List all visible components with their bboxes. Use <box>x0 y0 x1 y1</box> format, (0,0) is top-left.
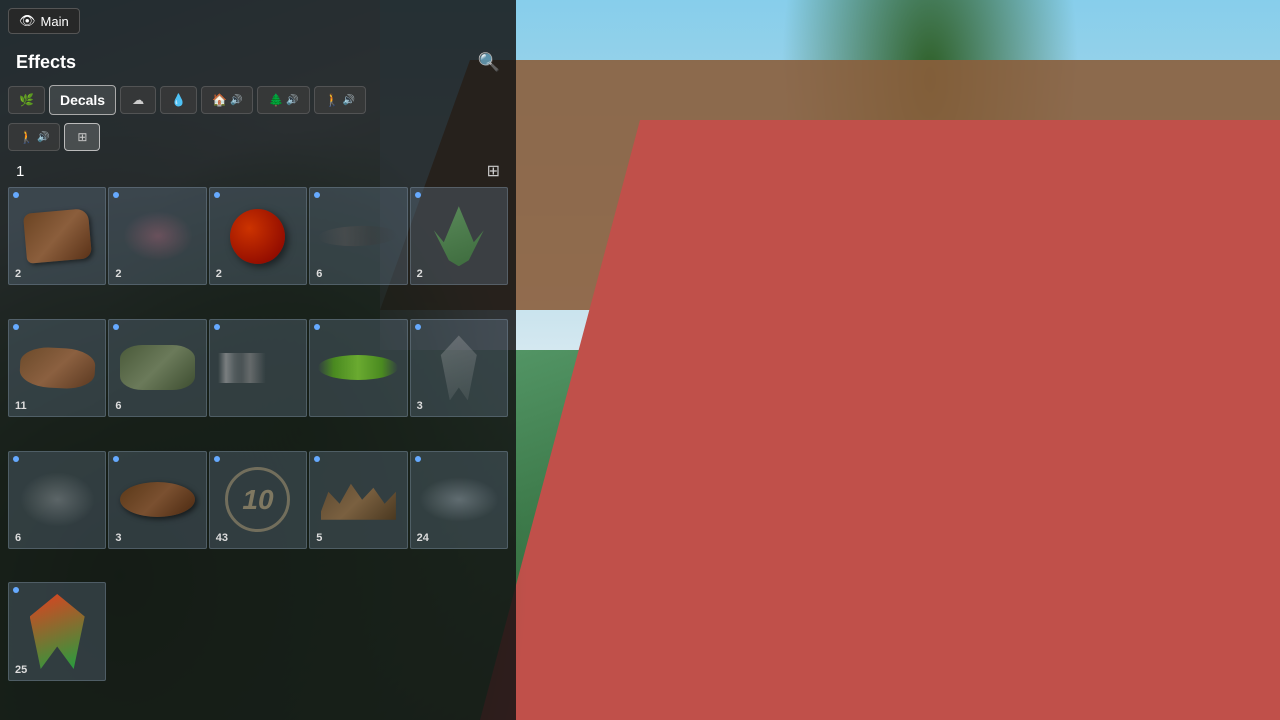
toolbar-row-2: 🚶🔊 ⊞ <box>0 119 516 155</box>
item-image-8 <box>218 353 298 383</box>
item-image-1 <box>23 208 92 263</box>
item-dot-5 <box>415 192 421 198</box>
sound-badge-person: 🔊 <box>343 95 355 106</box>
item-count-6: 11 <box>15 400 27 412</box>
item-image-16 <box>30 594 85 669</box>
grid-item-6[interactable]: 11 <box>8 319 106 417</box>
grid-item-16[interactable]: 25 <box>8 582 106 680</box>
grid-item-8[interactable] <box>209 319 307 417</box>
item-image-9 <box>318 355 398 380</box>
grid-item-7[interactable]: 6 <box>108 319 206 417</box>
item-image-4 <box>318 225 399 248</box>
grid-controls: 1 ⊞ <box>0 155 516 187</box>
item-image-5 <box>434 206 484 266</box>
item-count-14: 5 <box>316 532 322 544</box>
grid-view-icon: ⊞ <box>487 163 500 180</box>
toolbar-decal-grid[interactable]: ⊞ <box>64 123 100 151</box>
item-dot-13 <box>214 456 220 462</box>
toolbar-flower[interactable]: 🌿 <box>8 86 45 114</box>
effects-panel: Effects 🔍 🌿 Decals ☁ 💧 🏠🔊 🌲🔊 🚶🔊 <box>0 0 516 720</box>
decals-label: Decals <box>60 92 105 108</box>
item-image-7 <box>120 345 195 390</box>
item-image-3 <box>230 209 285 264</box>
item-dot-4 <box>314 192 320 198</box>
grid-item-15[interactable]: 24 <box>410 451 508 549</box>
toolbar-drop[interactable]: 💧 <box>160 86 197 114</box>
grid-item-10[interactable]: 3 <box>410 319 508 417</box>
item-dot-11 <box>13 456 19 462</box>
item-count-13: 43 <box>216 532 228 544</box>
cloud-icon: ☁ <box>132 93 144 107</box>
item-count-10: 3 <box>417 400 423 412</box>
toolbar-person-sound[interactable]: 🚶🔊 <box>314 86 366 114</box>
toolbar-row-1: 🌿 Decals ☁ 💧 🏠🔊 🌲🔊 🚶🔊 <box>0 81 516 119</box>
item-count-3: 2 <box>216 268 222 280</box>
item-dot-1 <box>13 192 19 198</box>
item-dot-8 <box>214 324 220 330</box>
items-grid: 2 2 2 6 2 11 <box>0 187 516 720</box>
grid-item-1[interactable]: 2 <box>8 187 106 285</box>
tree-icon: 🌲 <box>268 93 283 107</box>
grid-item-11[interactable]: 6 <box>8 451 106 549</box>
item-image-10 <box>436 335 481 400</box>
grid-item-4[interactable]: 6 <box>309 187 407 285</box>
item-dot-9 <box>314 324 320 330</box>
item-count-11: 6 <box>15 532 21 544</box>
item-count-4: 6 <box>316 268 322 280</box>
item-count-7: 6 <box>115 400 121 412</box>
item-dot-10 <box>415 324 421 330</box>
item-dot-12 <box>113 456 119 462</box>
toolbar-tree-sound[interactable]: 🌲🔊 <box>257 86 309 114</box>
drop-icon: 💧 <box>171 93 186 107</box>
eye-icon: 👁 <box>19 13 36 29</box>
sound-badge-2: 🔊 <box>37 132 49 143</box>
grid-item-2[interactable]: 2 <box>108 187 206 285</box>
toolbar-person[interactable]: 🚶🔊 <box>8 123 60 151</box>
item-image-6 <box>19 346 96 390</box>
search-icon: 🔍 <box>478 52 500 72</box>
flower-icon: 🌿 <box>19 93 34 107</box>
main-label: Main <box>41 14 69 29</box>
item-dot-14 <box>314 456 320 462</box>
item-count-12: 3 <box>115 532 121 544</box>
grid-item-14[interactable]: 5 <box>309 451 407 549</box>
sound-badge-tree: 🔊 <box>286 95 298 106</box>
item-dot-3 <box>214 192 220 198</box>
grid-item-12[interactable]: 3 <box>108 451 206 549</box>
decal-grid-icon: ⊞ <box>77 130 87 144</box>
grid-item-9[interactable] <box>309 319 407 417</box>
grid-item-13[interactable]: 10 43 <box>209 451 307 549</box>
item-count-2: 2 <box>115 268 121 280</box>
grid-item-5[interactable]: 2 <box>410 187 508 285</box>
person-icon: 🚶 <box>19 130 34 144</box>
item-image-11 <box>20 472 95 527</box>
item-image-13: 10 <box>225 467 290 532</box>
item-image-12 <box>120 482 195 517</box>
item-dot-7 <box>113 324 119 330</box>
person-sound-icon: 🚶 <box>325 93 340 107</box>
house-icon: 🏠 <box>212 93 227 107</box>
panel-header: Effects 🔍 <box>0 40 516 81</box>
item-image-15 <box>419 477 499 522</box>
panel-title: Effects <box>16 52 76 73</box>
item-image-14 <box>321 480 396 520</box>
item-dot-16 <box>13 587 19 593</box>
sound-badge-house: 🔊 <box>230 95 242 106</box>
search-button[interactable]: 🔍 <box>478 52 500 73</box>
item-count-5: 2 <box>417 268 423 280</box>
toolbar-decals[interactable]: Decals <box>49 85 116 115</box>
grid-item-3[interactable]: 2 <box>209 187 307 285</box>
toolbar-cloud[interactable]: ☁ <box>120 86 156 114</box>
item-image-2 <box>123 211 193 261</box>
toolbar-house-sound[interactable]: 🏠🔊 <box>201 86 253 114</box>
item-count-16: 25 <box>15 664 27 676</box>
item-dot-2 <box>113 192 119 198</box>
item-count-1: 2 <box>15 268 21 280</box>
item-count-15: 24 <box>417 532 429 544</box>
item-dot-15 <box>415 456 421 462</box>
grid-view-button[interactable]: ⊞ <box>487 161 500 181</box>
main-button[interactable]: 👁 Main <box>8 8 80 34</box>
item-dot-6 <box>13 324 19 330</box>
page-number: 1 <box>16 163 24 180</box>
